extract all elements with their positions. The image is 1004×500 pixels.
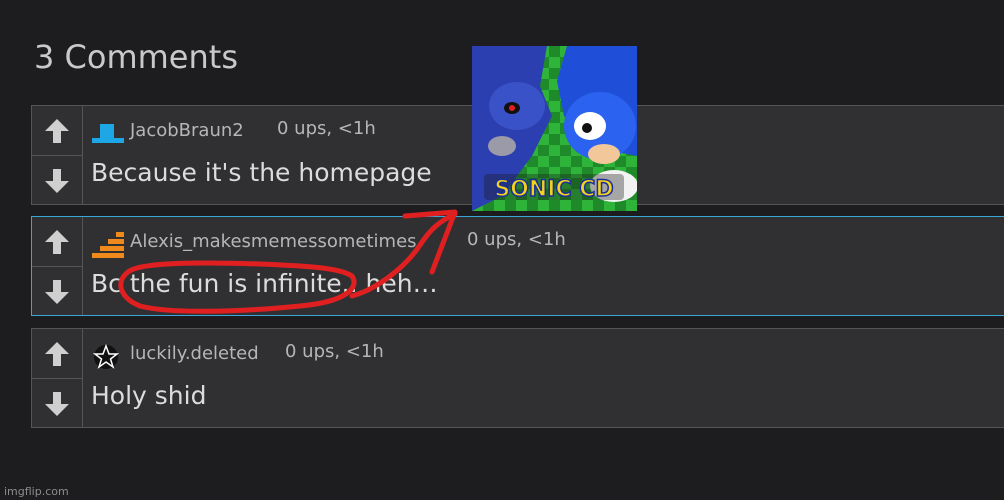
arrow-down-icon — [45, 169, 69, 193]
comment-item: luckily.deleted 0 ups, <1h Holy shid — [31, 328, 1004, 428]
comment-meta: 0 ups, <1h — [277, 118, 376, 139]
downvote-button[interactable] — [32, 156, 82, 206]
comment-text: Bc the fun is infinite.. heh… — [91, 269, 438, 298]
arrow-down-icon — [45, 392, 69, 416]
vote-column — [32, 329, 83, 427]
orange-stairs-icon[interactable] — [90, 231, 126, 259]
comment-meta: 0 ups, <1h — [285, 341, 384, 362]
upvote-button[interactable] — [32, 106, 82, 156]
comment-username[interactable]: luckily.deleted — [130, 343, 259, 364]
comment-meta: 0 ups, <1h — [467, 229, 566, 250]
comment-text: Holy shid — [91, 381, 207, 410]
image-caption: SONIC CD — [494, 177, 613, 202]
downvote-button[interactable] — [32, 379, 82, 429]
vote-column — [32, 106, 83, 204]
arrow-down-icon — [45, 280, 69, 304]
upvote-button[interactable] — [32, 329, 82, 379]
blue-platform-icon[interactable] — [90, 120, 126, 148]
upvote-button[interactable] — [32, 217, 82, 267]
comment-username[interactable]: JacobBraun2 — [130, 120, 244, 141]
imgflip-watermark: imgflip.com — [4, 485, 69, 498]
vote-column — [32, 217, 83, 315]
arrow-up-icon — [45, 229, 69, 254]
downvote-button[interactable] — [32, 267, 82, 317]
arrow-up-icon — [45, 341, 69, 366]
comments-title: 3 Comments — [34, 38, 238, 76]
arrow-up-icon — [45, 118, 69, 143]
comment-username[interactable]: Alexis_makesmemessometimes — [130, 231, 417, 252]
star-outline-icon[interactable] — [90, 343, 126, 371]
comment-item: Alexis_makesmemessometimes 0 ups, <1h Bc… — [31, 216, 1004, 316]
comment-text: Because it's the homepage — [91, 158, 432, 187]
sonic-cd-image: SONIC CD — [472, 46, 637, 211]
